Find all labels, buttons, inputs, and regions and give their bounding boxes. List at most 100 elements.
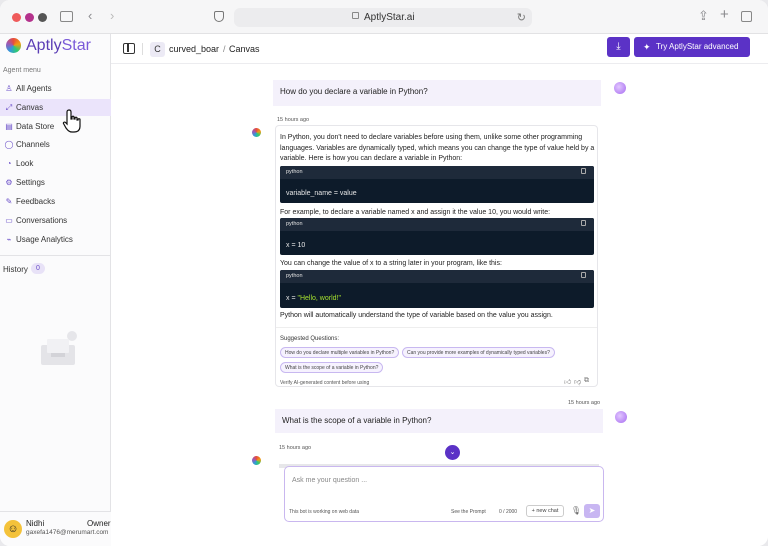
bot-response: In Python, you don't need to declare var… xyxy=(275,125,598,387)
url-text: AptlyStar.ai xyxy=(364,12,415,23)
sidebar-item-label: Data Store xyxy=(16,122,55,131)
download-button[interactable]: ⤓ xyxy=(607,37,630,57)
code-language: python xyxy=(286,169,303,175)
copy-icon[interactable] xyxy=(581,272,586,278)
thumbs-down-icon[interactable]: 👎︎ xyxy=(574,377,581,386)
code-line: x = 10 xyxy=(286,242,306,249)
user-message-text: How do you declare a variable in Python? xyxy=(280,87,428,96)
divider xyxy=(276,327,597,328)
sidebar-item-feedbacks[interactable]: ✎ Feedbacks xyxy=(0,193,111,210)
sidebar-item-settings[interactable]: ⚙ Settings xyxy=(0,174,111,191)
suggested-question-chip[interactable]: What is the scope of a variable in Pytho… xyxy=(280,362,384,373)
brand-suffix: Star xyxy=(61,37,91,54)
user-email: gaxefa1476@merumart.com xyxy=(26,529,109,536)
see-prompt-link[interactable]: See the Prompt xyxy=(451,509,486,515)
question-input[interactable]: Ask me your question ... xyxy=(292,477,367,484)
history-label: History xyxy=(3,265,28,274)
send-button[interactable]: ➤ xyxy=(584,504,600,518)
brand-prefix: Aptly xyxy=(26,37,62,54)
user-avatar xyxy=(615,411,627,423)
bot-avatar xyxy=(252,456,261,465)
verify-disclaimer: Verify AI-generated content before using xyxy=(280,380,370,386)
analytics-icon: ⌁ xyxy=(6,235,12,244)
reload-icon[interactable]: ↻ xyxy=(517,11,526,24)
sidebar: AptlyStar Agent menu ♙ All Agents ⤢ Canvas… xyxy=(0,34,111,546)
gear-icon: ⚙ xyxy=(5,178,13,187)
tabs-overview-icon[interactable] xyxy=(741,11,752,22)
sidebar-item-usage-analytics[interactable]: ⌁ Usage Analytics xyxy=(0,231,111,248)
browser-toolbar: ‹ › AptlyStar.ai ↻ ⇪ + xyxy=(0,0,768,34)
code-language: python xyxy=(286,273,303,279)
timestamp: 15 hours ago xyxy=(277,117,310,123)
sidebar-item-channels[interactable]: ◯ Channels xyxy=(0,136,111,153)
suggested-question-chip[interactable]: Can you provide more examples of dynamic… xyxy=(402,347,555,358)
thumbs-up-icon[interactable]: 👍︎ xyxy=(564,377,571,386)
copy-response-icon[interactable]: ⧉ xyxy=(584,377,589,385)
sidebar-item-label: All Agents xyxy=(16,84,52,93)
lock-icon xyxy=(352,12,359,19)
forward-icon[interactable]: › xyxy=(110,9,114,23)
brand-name: AptlyStar xyxy=(26,37,91,55)
code-string: "Hello, world!" xyxy=(297,295,341,302)
close-window-button[interactable] xyxy=(12,13,21,22)
datastore-icon: ▤ xyxy=(5,122,13,131)
copy-icon[interactable] xyxy=(581,168,586,174)
scroll-down-button[interactable]: ⌄ xyxy=(445,445,460,460)
sparkle-icon: ✦ xyxy=(643,42,651,52)
code-block: python x = "Hello, world!" xyxy=(280,270,594,308)
sidebar-item-label: Feedbacks xyxy=(16,197,56,206)
share-icon[interactable]: ⇪ xyxy=(698,9,709,23)
send-icon: ➤ xyxy=(588,506,596,515)
back-icon[interactable]: ‹ xyxy=(88,9,92,23)
sidebar-item-label: Look xyxy=(16,159,34,168)
try-advanced-button[interactable]: ✦ Try AptlyStar advanced xyxy=(634,37,750,57)
look-icon: ◔ xyxy=(6,159,12,168)
new-tab-icon[interactable]: + xyxy=(720,7,729,22)
address-bar[interactable]: AptlyStar.ai ↻ xyxy=(234,8,532,27)
code-header: python xyxy=(280,270,594,283)
code-block: python x = 10 xyxy=(280,218,594,255)
web-data-hint: This bot is working on web data xyxy=(289,509,360,515)
response-paragraph: For example, to declare a variable named… xyxy=(280,209,551,216)
canvas-icon: ⤢ xyxy=(5,102,13,112)
maximize-window-button[interactable] xyxy=(38,13,47,22)
sidebar-toggle-icon[interactable] xyxy=(60,11,73,22)
sidebar-item-canvas[interactable]: ⤢ Canvas xyxy=(0,99,111,116)
shield-icon[interactable] xyxy=(214,11,224,22)
suggested-question-chip[interactable]: How do you declare multiple variables in… xyxy=(280,347,400,358)
new-chat-button[interactable]: + new chat xyxy=(526,505,564,517)
sidebar-item-conversations[interactable]: ▭ Conversations xyxy=(0,212,111,229)
code-header: python xyxy=(280,166,594,179)
microphone-icon[interactable]: 🎙︎ xyxy=(571,506,581,515)
user-profile[interactable]: ☺ Nidhi Owner gaxefa1476@merumart.com xyxy=(0,511,111,546)
chevron-down-icon: ⌄ xyxy=(449,449,456,456)
sidebar-item-label: Conversations xyxy=(16,216,68,225)
timestamp: 15 hours ago xyxy=(279,445,312,451)
sidebar-item-all-agents[interactable]: ♙ All Agents xyxy=(0,80,111,97)
sidebar-item-label: Usage Analytics xyxy=(16,235,73,244)
agent-menu-label: Agent menu xyxy=(3,67,41,74)
code-header: python xyxy=(280,218,594,231)
bot-avatar xyxy=(252,128,261,137)
panel-toggle-icon[interactable] xyxy=(123,43,135,54)
user-avatar xyxy=(614,82,626,94)
response-paragraph: In Python, you don't need to declare var… xyxy=(280,134,595,162)
minimize-window-button[interactable] xyxy=(25,13,34,22)
user-name: Nidhi xyxy=(26,519,45,528)
top-bar: C curved_boar / Canvas ⤓ ✦ Try AptlyStar … xyxy=(111,34,768,64)
code-language: python xyxy=(286,221,303,227)
sidebar-item-label: Canvas xyxy=(16,103,44,112)
suggested-questions-label: Suggested Questions: xyxy=(280,336,340,342)
code-variable: x = xyxy=(286,295,298,302)
sidebar-item-data-store[interactable]: ▤ Data Store xyxy=(0,118,111,135)
breadcrumb-page: Canvas xyxy=(229,44,260,54)
sidebar-item-look[interactable]: ◔ Look xyxy=(0,155,111,172)
hand-pointer-cursor xyxy=(62,109,81,133)
chat-input-box[interactable]: Ask me your question ... This bot is wor… xyxy=(284,466,604,522)
breadcrumb-agent[interactable]: curved_boar xyxy=(169,44,219,54)
feedback-icon: ✎ xyxy=(5,197,13,206)
response-paragraph: You can change the value of x to a strin… xyxy=(280,260,502,267)
channels-icon: ◯ xyxy=(4,140,14,149)
copy-icon[interactable] xyxy=(581,220,586,226)
chat-area: How do you declare a variable in Python?… xyxy=(111,64,768,546)
